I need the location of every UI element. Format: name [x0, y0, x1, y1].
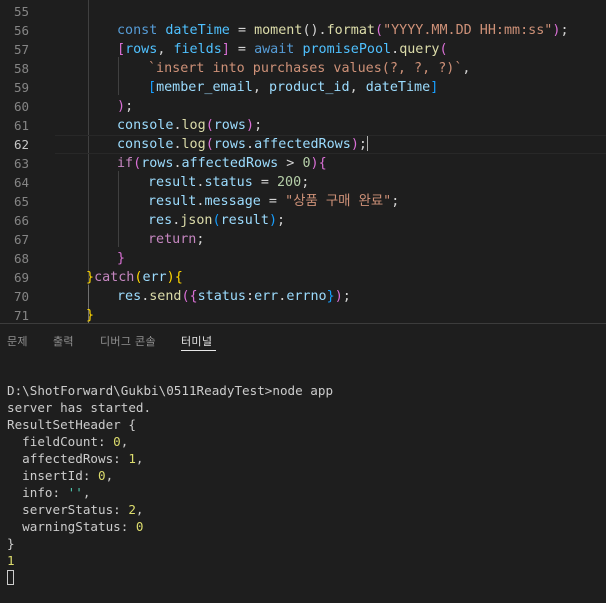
terminal-prompt: D:\ShotForward\Gukbi\0511ReadyTest>node …	[7, 383, 334, 398]
line-number: 65	[13, 194, 29, 209]
code-text: }	[117, 251, 126, 266]
code-text: result.message = "상품 구매 완료";	[148, 194, 400, 209]
code-text: console.log(rows.affectedRows);	[117, 136, 368, 152]
line-number: 59	[13, 80, 29, 95]
active-tab-indicator	[181, 350, 216, 351]
terminal-line: ResultSetHeader {	[7, 417, 136, 432]
text-cursor	[366, 136, 368, 151]
tab-debug-console[interactable]: 디버그 콘솔	[100, 333, 156, 349]
code-text: result.status = 200;	[148, 175, 310, 190]
code-line: 56 const dateTime = moment().format("YYY…	[0, 21, 606, 40]
code-line: 69 }catch(err){	[0, 268, 606, 287]
panel-tabs: 문제 출력 디버그 콘솔 터미널	[0, 324, 606, 358]
terminal-line: server has started.	[7, 400, 152, 415]
bottom-panel: 문제 출력 디버그 콘솔 터미널 D:\ShotForward\Gukbi\05…	[0, 323, 606, 603]
code-line: 68 }	[0, 249, 606, 268]
code-line: 60 );	[0, 97, 606, 116]
code-line: 70 res.send({status:err.errno});	[0, 287, 606, 306]
line-number: 57	[13, 42, 29, 57]
code-line: 58 `insert into purchases values(?, ?, ?…	[0, 59, 606, 78]
code-text: [member_email, product_id, dateTime]	[148, 80, 439, 95]
line-number: 68	[13, 251, 29, 266]
code-text: }	[86, 308, 95, 323]
code-editor[interactable]: 55 56 const dateTime = moment().format("…	[0, 0, 606, 323]
line-number: 60	[13, 99, 29, 114]
code-text: if(rows.affectedRows > 0){	[117, 156, 327, 171]
code-line: 65 result.message = "상품 구매 완료";	[0, 192, 606, 211]
code-line: 66 res.json(result);	[0, 211, 606, 230]
line-number: 63	[13, 156, 29, 171]
code-line: 61 console.log(rows);	[0, 116, 606, 135]
line-number: 62	[13, 137, 29, 152]
tab-terminal[interactable]: 터미널	[181, 333, 212, 349]
terminal-line: }	[7, 536, 15, 551]
code-line: 64 result.status = 200;	[0, 173, 606, 192]
code-line: 57 [rows, fields] = await promisePool.qu…	[0, 40, 606, 59]
line-number: 58	[13, 61, 29, 76]
code-line: 71 }	[0, 306, 606, 323]
terminal-output[interactable]: D:\ShotForward\Gukbi\0511ReadyTest>node …	[7, 382, 333, 586]
code-line: 67 return;	[0, 230, 606, 249]
code-line: 59 [member_email, product_id, dateTime]	[0, 78, 606, 97]
code-line: 63 if(rows.affectedRows > 0){	[0, 154, 606, 173]
line-number: 61	[13, 118, 29, 133]
line-number: 67	[13, 232, 29, 247]
code-line: 55	[0, 2, 606, 21]
code-text: res.json(result);	[148, 213, 286, 228]
terminal-line: 1	[7, 553, 15, 568]
code-text: `insert into purchases values(?, ?, ?)`,	[148, 61, 471, 76]
line-number: 71	[13, 308, 29, 323]
terminal-cursor	[7, 570, 14, 585]
code-text: return;	[148, 232, 205, 247]
code-text: [rows, fields] = await promisePool.query…	[117, 42, 448, 57]
code-text: );	[117, 99, 134, 114]
line-number: 64	[13, 175, 29, 190]
code-text: console.log(rows);	[117, 118, 263, 133]
line-number: 56	[13, 23, 29, 38]
tab-output[interactable]: 출력	[53, 333, 74, 349]
code-text: }catch(err){	[86, 270, 183, 285]
code-line: 62 console.log(rows.affectedRows);	[0, 135, 606, 154]
code-text: const dateTime = moment().format("YYYY.M…	[117, 23, 569, 38]
line-number: 66	[13, 213, 29, 228]
line-number: 70	[13, 289, 29, 304]
line-number: 55	[13, 4, 29, 19]
code-text: res.send({status:err.errno});	[117, 289, 351, 304]
line-number: 69	[13, 270, 29, 285]
tab-problems[interactable]: 문제	[7, 333, 28, 349]
